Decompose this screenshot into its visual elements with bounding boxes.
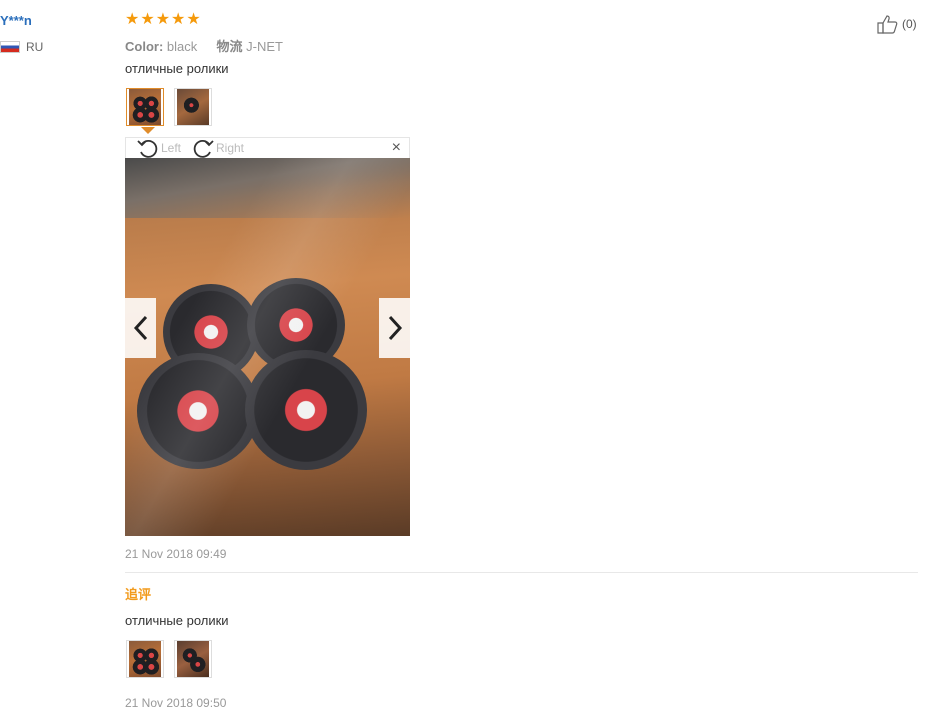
chevron-right-icon: [388, 315, 402, 341]
wheels-photo-thumbnail-image: [177, 89, 209, 125]
color-value: black: [166, 39, 198, 54]
color-label: Color:: [125, 39, 164, 54]
review-photo-large: [125, 158, 410, 536]
like-button[interactable]: (0): [876, 14, 917, 34]
star-icon: ★: [155, 11, 171, 28]
star-icon: ★: [140, 11, 155, 28]
wheels-photo-thumbnail-image: [129, 641, 161, 677]
wheels-photo-thumbnail-image: [177, 641, 209, 677]
star-icon: ★: [171, 11, 186, 28]
rotate-right-label: Right: [216, 141, 245, 155]
wheels-photo-thumbnail-image: [129, 89, 161, 125]
divider: [125, 572, 918, 573]
photo-viewer-toolbar: Left Right ×: [125, 137, 410, 158]
russia-flag-icon: [0, 41, 20, 53]
thumbs-up-icon: [877, 15, 898, 34]
rating-stars: ★ ★ ★ ★ ★: [125, 11, 201, 29]
active-thumbnail-pointer: [141, 127, 155, 134]
review-photo-thumbnail[interactable]: [126, 88, 164, 126]
review-photo-thumbnail[interactable]: [174, 88, 212, 126]
reviewer-name: Y***n: [0, 13, 32, 28]
followup-label: 追评: [125, 587, 152, 602]
like-count: (0): [902, 17, 917, 31]
country-code: RU: [26, 40, 44, 54]
next-photo-button[interactable]: [379, 298, 410, 358]
review-text: отличные ролики: [125, 61, 229, 76]
rotate-left-label: Left: [161, 141, 182, 155]
order-attributes: Color: black 物流 J-NET: [125, 36, 283, 55]
rotate-right-button[interactable]: Right: [192, 138, 244, 158]
star-icon: ★: [186, 11, 201, 28]
close-icon[interactable]: ×: [392, 139, 401, 157]
chevron-left-icon: [133, 315, 147, 341]
reviewer-country: RU: [0, 40, 43, 54]
rotate-right-icon: [193, 139, 214, 158]
followup-date: 21 Nov 2018 09:50: [125, 696, 227, 710]
followup-photo-thumbnail[interactable]: [174, 640, 212, 678]
review-date: 21 Nov 2018 09:49: [125, 547, 227, 561]
followup-text: отличные ролики: [125, 613, 229, 628]
shipping-label: 物流: [216, 39, 243, 54]
followup-photo-thumbnail[interactable]: [126, 640, 164, 678]
rotate-left-icon: [137, 139, 158, 158]
star-icon: ★: [125, 11, 140, 28]
previous-photo-button[interactable]: [125, 298, 156, 358]
rotate-left-button[interactable]: Left: [137, 138, 181, 158]
shipping-value: J-NET: [246, 39, 283, 54]
